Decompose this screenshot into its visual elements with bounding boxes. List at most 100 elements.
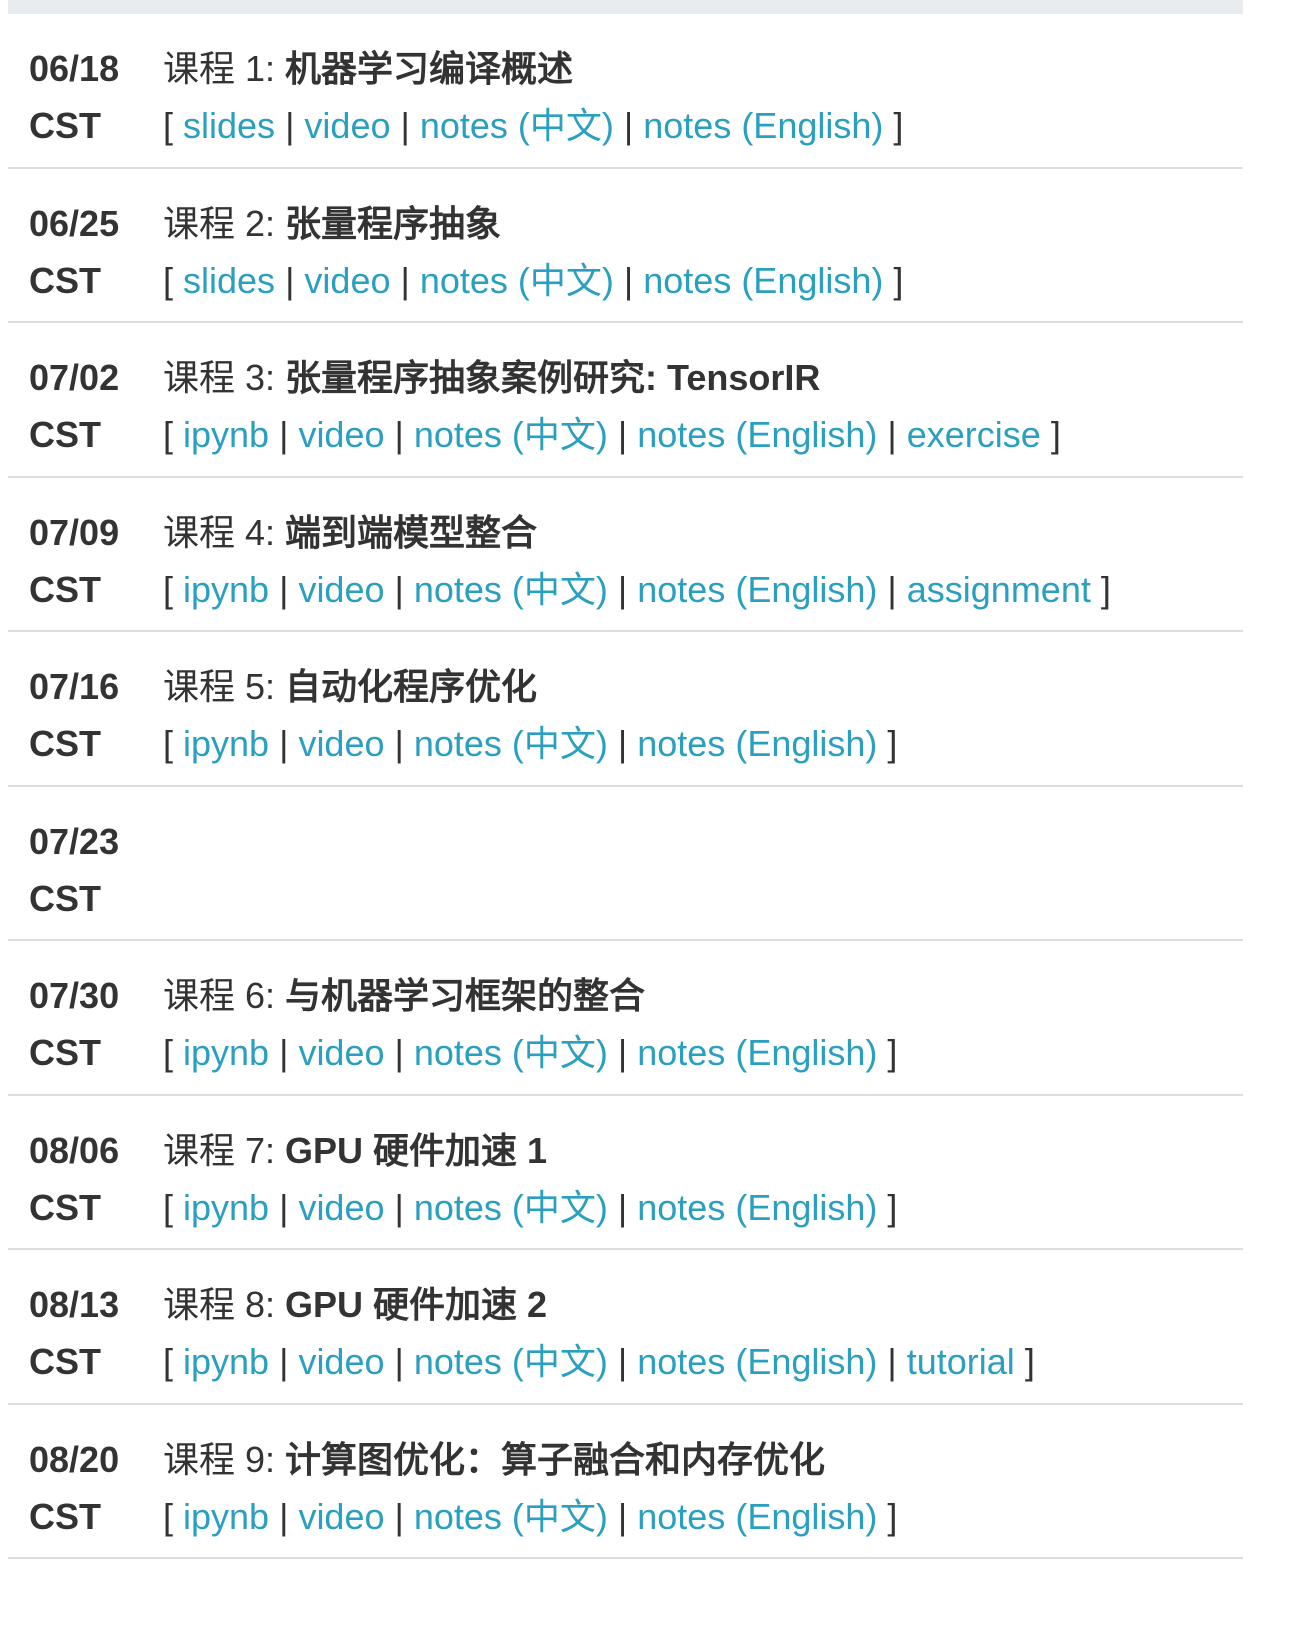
close-bracket: ] <box>1040 414 1061 455</box>
notes-zh-link[interactable]: notes (中文) <box>414 1496 608 1537</box>
link-separator: | <box>613 259 644 301</box>
notes-english-link[interactable]: notes (English) <box>637 1496 877 1537</box>
resource-links: [ ipynb | video | notes (中文) | notes (En… <box>163 1179 897 1236</box>
close-bracket: ] <box>1014 1341 1035 1382</box>
notes-english-link[interactable]: notes (English) <box>643 105 883 146</box>
link-separator: | <box>384 1495 414 1537</box>
notes-zh-link[interactable]: notes (中文) <box>420 260 614 301</box>
video-link[interactable]: video <box>298 569 384 610</box>
schedule-row: 08/06 CST 课程 7: GPU 硬件加速 1[ ipynb | video … <box>8 1096 1243 1250</box>
open-bracket: [ <box>163 1186 184 1228</box>
timezone-label: CST <box>29 259 101 301</box>
lecture-title: 与机器学习框架的整合 <box>285 975 646 1016</box>
lecture-title: 张量程序抽象案例研究: TensorIR <box>285 357 821 398</box>
resource-links: [ ipynb | video | notes (中文) | notes (En… <box>163 1488 897 1545</box>
notes-zh-link[interactable]: notes (中文) <box>420 105 614 146</box>
link-separator: | <box>877 568 907 610</box>
schedule-row: 06/25 CST 课程 2: 张量程序抽象[ slides | video | n… <box>8 169 1243 323</box>
video-link[interactable]: video <box>298 1187 384 1228</box>
close-bracket: ] <box>877 723 898 764</box>
open-bracket: [ <box>163 723 184 764</box>
lecture-date: 08/20 <box>29 1438 120 1480</box>
schedule-row: 07/09 CST 课程 4: 端到端模型整合[ ipynb | video | n… <box>8 478 1243 632</box>
assignment-link[interactable]: assignment <box>907 569 1091 610</box>
resource-links: [ slides | video | notes (中文) | notes (E… <box>163 252 903 309</box>
link-separator: | <box>269 1186 299 1228</box>
open-bracket: [ <box>163 1495 184 1537</box>
notes-english-link[interactable]: notes (English) <box>637 569 877 610</box>
close-bracket: ] <box>877 1032 898 1073</box>
ipynb-link[interactable]: ipynb <box>183 414 269 455</box>
timezone-label: CST <box>29 1341 101 1382</box>
video-link[interactable]: video <box>298 1341 384 1382</box>
video-link[interactable]: video <box>298 1496 384 1537</box>
schedule-row: 07/16 CST 课程 5: 自动化程序优化[ ipynb | video | n… <box>8 632 1243 787</box>
ipynb-link[interactable]: ipynb <box>183 1032 269 1073</box>
lecture-content: 课程 8: GPU 硬件加速 2[ ipynb | video | notes … <box>163 1276 1035 1390</box>
resource-links: [ ipynb | video | notes (中文) | notes (En… <box>163 561 1111 618</box>
lecture-number: 课程 9: <box>163 1438 286 1480</box>
close-bracket: ] <box>877 1495 898 1537</box>
link-separator: | <box>607 723 638 764</box>
lecture-content: 课程 5: 自动化程序优化[ ipynb | video | notes (中文… <box>163 658 897 772</box>
timezone-label: CST <box>29 1495 101 1537</box>
notes-zh-link[interactable]: notes (中文) <box>414 569 608 610</box>
notes-zh-link[interactable]: notes (中文) <box>414 414 608 455</box>
notes-zh-link[interactable]: notes (中文) <box>414 1032 608 1073</box>
notes-english-link[interactable]: notes (English) <box>637 414 877 455</box>
ipynb-link[interactable]: ipynb <box>183 1187 269 1228</box>
video-link[interactable]: video <box>304 260 390 301</box>
slides-link[interactable]: slides <box>183 260 275 301</box>
resource-links: [ ipynb | video | notes (中文) | notes (En… <box>163 715 897 772</box>
link-separator: | <box>607 1495 638 1537</box>
open-bracket: [ <box>163 1032 184 1073</box>
link-separator: | <box>269 568 299 610</box>
open-bracket: [ <box>163 1341 184 1382</box>
slides-link[interactable]: slides <box>183 105 275 146</box>
link-separator: | <box>275 105 305 146</box>
link-separator: | <box>269 1341 299 1382</box>
ipynb-link[interactable]: ipynb <box>183 1496 269 1537</box>
link-separator: | <box>877 414 907 455</box>
link-separator: | <box>607 414 638 455</box>
ipynb-link[interactable]: ipynb <box>183 723 269 764</box>
schedule-table: 06/18 CST 课程 1: 机器学习编译概述[ slides | video |… <box>8 14 1243 1559</box>
notes-english-link[interactable]: notes (English) <box>637 1341 877 1382</box>
video-link[interactable]: video <box>298 723 384 764</box>
date-cell: 07/23 CST <box>29 813 119 927</box>
link-separator: | <box>269 1495 299 1537</box>
notes-english-link[interactable]: notes (English) <box>643 260 883 301</box>
lecture-title: 机器学习编译概述 <box>285 48 574 89</box>
video-link[interactable]: video <box>304 105 390 146</box>
schedule-row: 07/23 CST <box>8 787 1243 941</box>
link-separator: | <box>390 259 420 301</box>
timezone-label: CST <box>29 723 101 764</box>
timezone-label: CST <box>29 1186 101 1228</box>
notes-english-link[interactable]: notes (English) <box>637 1032 877 1073</box>
notes-zh-link[interactable]: notes (中文) <box>414 723 608 764</box>
close-bracket: ] <box>883 259 904 301</box>
lecture-number: 课程 8: <box>163 1284 286 1325</box>
tutorial-link[interactable]: tutorial <box>907 1341 1015 1382</box>
video-link[interactable]: video <box>298 1032 384 1073</box>
notes-english-link[interactable]: notes (English) <box>637 1187 877 1228</box>
timezone-label: CST <box>29 414 101 455</box>
link-separator: | <box>269 723 299 764</box>
schedule-row: 08/20 CST 课程 9: 计算图优化：算子融合和内存优化[ ipynb | v… <box>8 1405 1243 1559</box>
schedule-row: 07/30 CST 课程 6: 与机器学习框架的整合[ ipynb | video … <box>8 941 1243 1096</box>
link-separator: | <box>384 414 414 455</box>
close-bracket: ] <box>1090 568 1111 610</box>
lecture-date: 06/25 <box>29 202 120 244</box>
ipynb-link[interactable]: ipynb <box>183 569 269 610</box>
video-link[interactable]: video <box>298 414 384 455</box>
link-separator: | <box>269 1032 299 1073</box>
open-bracket: [ <box>163 568 184 610</box>
exercise-link[interactable]: exercise <box>907 414 1041 455</box>
notes-zh-link[interactable]: notes (中文) <box>414 1341 608 1382</box>
ipynb-link[interactable]: ipynb <box>183 1341 269 1382</box>
notes-zh-link[interactable]: notes (中文) <box>414 1187 608 1228</box>
link-separator: | <box>384 1186 414 1228</box>
notes-english-link[interactable]: notes (English) <box>637 723 877 764</box>
resource-links: [ ipynb | video | notes (中文) | notes (En… <box>163 406 1061 463</box>
schedule-row: 06/18 CST 课程 1: 机器学习编译概述[ slides | video |… <box>8 14 1243 169</box>
